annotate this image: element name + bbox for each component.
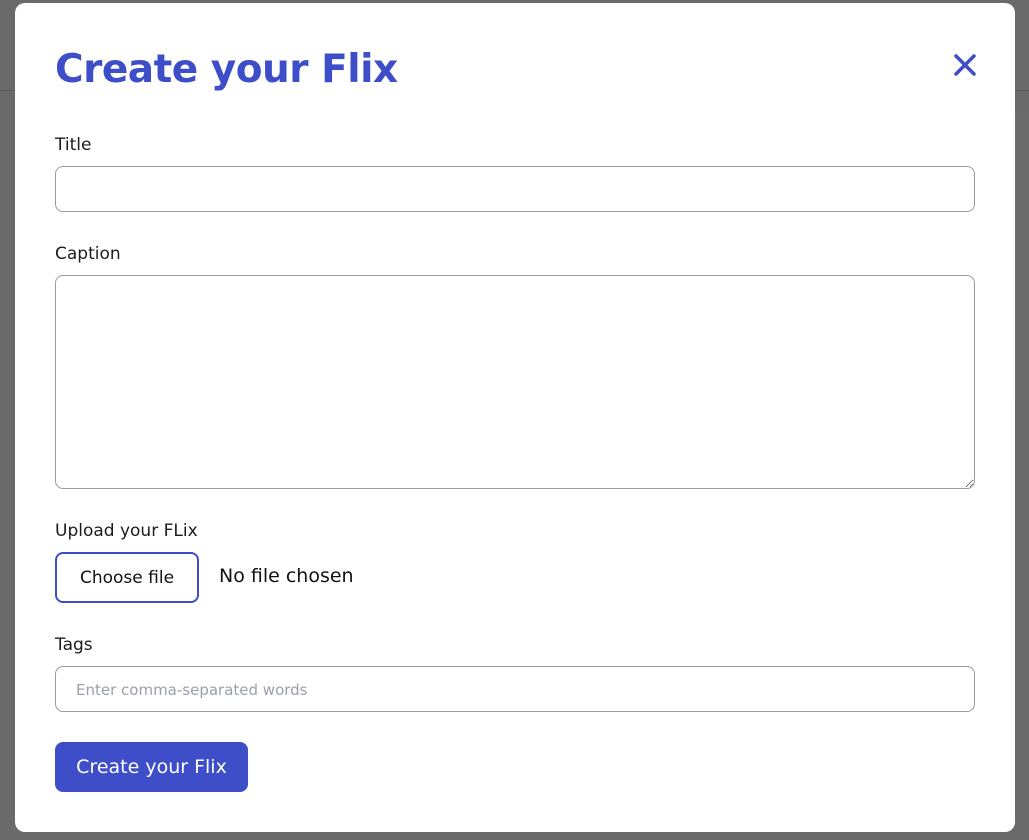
caption-textarea[interactable] [55,275,975,489]
title-input[interactable] [55,166,975,212]
upload-label: Upload your FLix [55,521,198,541]
create-flix-modal: Create your Flix Title Caption Upload yo… [15,3,1015,832]
caption-label: Caption [55,244,121,264]
tags-label: Tags [55,635,93,655]
close-icon [954,54,976,76]
background-card-fragment [1014,112,1029,398]
close-button[interactable] [951,51,979,79]
create-flix-submit-button[interactable]: Create your Flix [55,742,248,792]
file-status-text: No file chosen [219,565,354,587]
choose-file-button[interactable]: Choose file [55,552,199,603]
tags-input[interactable] [55,666,975,712]
modal-title: Create your Flix [55,47,398,92]
title-label: Title [55,135,92,155]
